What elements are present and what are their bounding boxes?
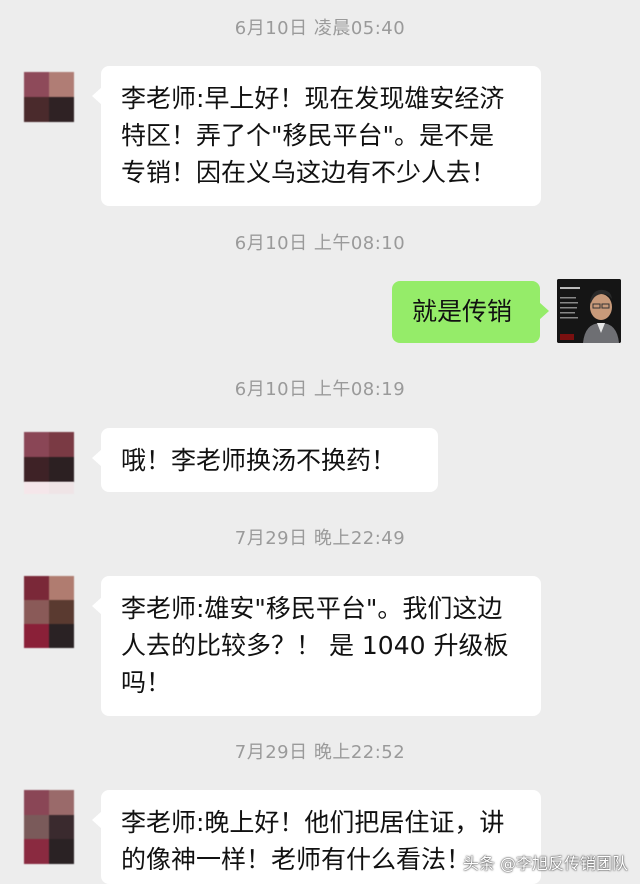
timestamp: 6月10日 凌晨05:40	[234, 18, 406, 39]
watermark: 头条 @李旭反传销团队	[462, 854, 628, 873]
message-text: 就是传销	[412, 297, 513, 326]
contact-avatar[interactable]	[24, 72, 74, 122]
message-bubble[interactable]: 李老师:早上好！现在发现雄安经济 特区！弄了个"移民平台"。是不是 专销！因在义…	[92, 66, 541, 206]
message-text: 李老师:早上好！现在发现雄安经济	[121, 84, 505, 113]
avatar-photo-icon	[557, 279, 621, 343]
timestamp: 7月29日 晚上22:49	[234, 528, 406, 549]
avatar-shadow	[24, 482, 74, 494]
message-text: 人去的比较多？！ 是 1040 升级板	[121, 631, 509, 660]
message-bubble-sent[interactable]: 就是传销	[392, 281, 549, 343]
message-text: 哦！李老师换汤不换药！	[121, 446, 397, 475]
message-bubble[interactable]: 李老师:雄安"移民平台"。我们这边 人去的比较多？！ 是 1040 升级板 吗！	[92, 576, 541, 716]
message-text: 吗！	[121, 668, 172, 697]
timestamp: 6月10日 上午08:10	[234, 233, 406, 254]
contact-avatar[interactable]	[24, 432, 74, 482]
timestamp: 6月10日 上午08:19	[234, 379, 406, 400]
timestamp: 7月29日 晚上22:52	[234, 742, 406, 763]
message-text: 李老师:晚上好！他们把居住证，讲	[121, 808, 505, 837]
message-text: 特区！弄了个"移民平台"。是不是	[121, 121, 494, 150]
message-text: 专销！因在义乌这边有不少人去！	[121, 158, 497, 187]
contact-avatar[interactable]	[24, 576, 74, 648]
message-bubble[interactable]: 哦！李老师换汤不换药！	[92, 428, 438, 492]
message-text: 李老师:雄安"移民平台"。我们这边	[121, 594, 503, 623]
my-avatar[interactable]	[557, 279, 621, 343]
contact-avatar[interactable]	[24, 790, 74, 864]
